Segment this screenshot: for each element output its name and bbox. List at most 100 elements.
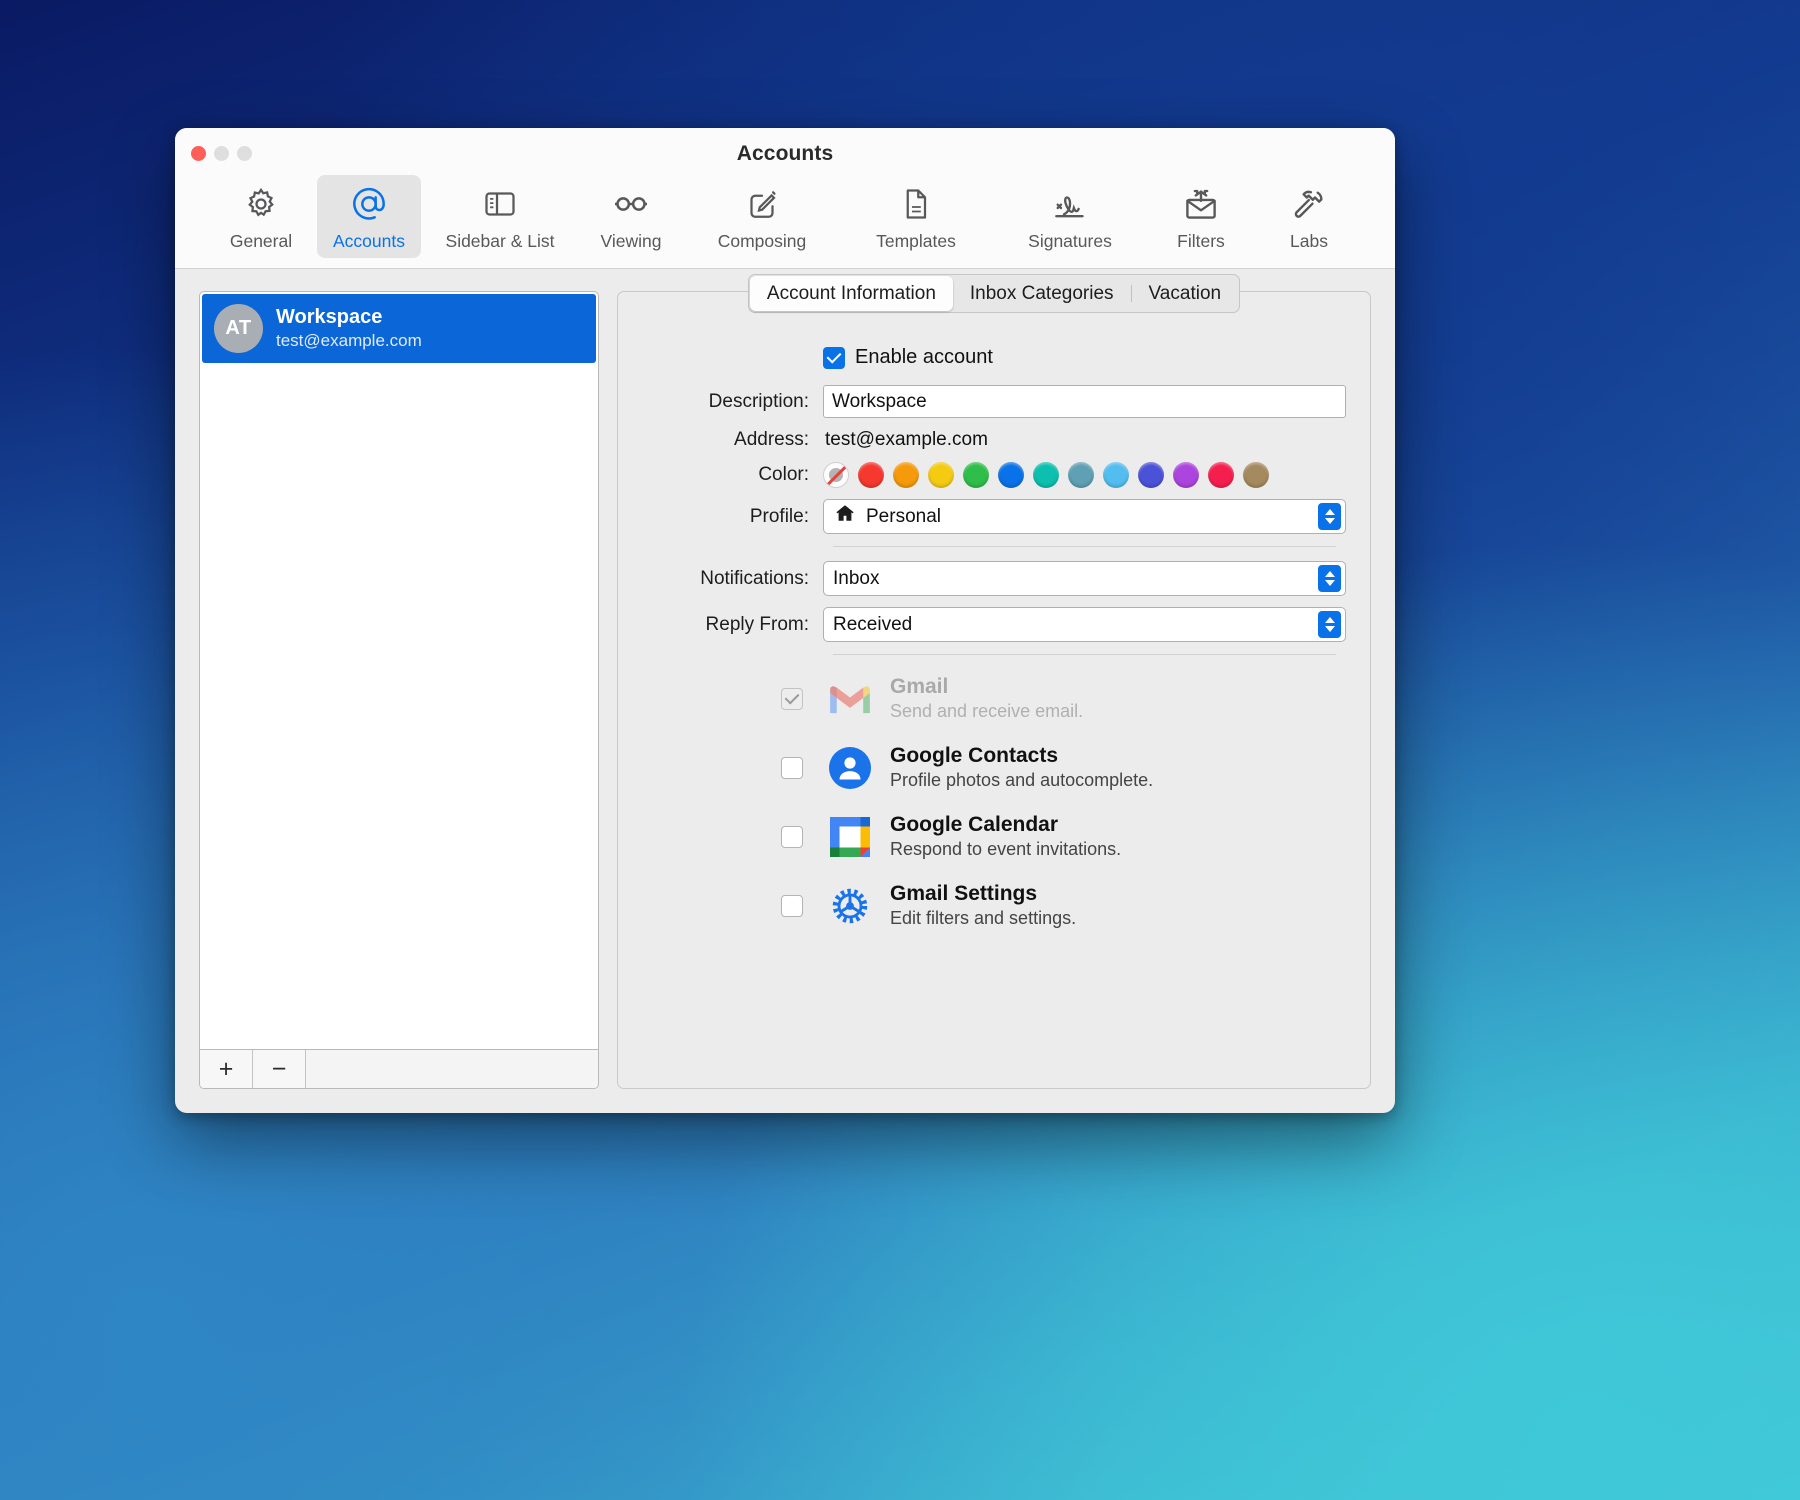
profile-select[interactable]: Personal [823, 499, 1346, 534]
google-calendar-checkbox[interactable] [781, 825, 803, 848]
color-swatch-yellow[interactable] [928, 462, 954, 488]
description-input[interactable]: Workspace [823, 385, 1346, 418]
toolbar-item-sidebar-and-list[interactable]: Sidebar & List [425, 175, 575, 258]
service-row-google-contacts[interactable]: Google Contacts Profile photos and autoc… [628, 744, 1346, 791]
color-swatch-teal[interactable] [1033, 462, 1059, 488]
remove-account-button[interactable]: − [253, 1050, 306, 1088]
color-swatch-indigo[interactable] [1138, 462, 1164, 488]
service-description: Profile photos and autocomplete. [890, 770, 1154, 790]
gmail-icon [823, 682, 877, 716]
document-icon [898, 183, 934, 225]
toolbar-label: Templates [876, 231, 956, 251]
profile-stepper[interactable] [1318, 503, 1341, 530]
description-row: Description: Workspace [628, 385, 1346, 418]
notifications-select[interactable]: Inbox [823, 561, 1346, 596]
profile-value: Personal [866, 505, 941, 527]
service-row-gmail: Gmail Send and receive email. [628, 675, 1346, 722]
window-title: Accounts [736, 142, 834, 165]
reply-from-stepper[interactable] [1318, 611, 1341, 638]
preferences-toolbar: General Accounts Sidebar & List Viewing … [175, 175, 1395, 258]
color-swatch-orange[interactable] [893, 462, 919, 488]
reply-from-select[interactable]: Received [823, 607, 1346, 642]
service-row-google-calendar[interactable]: Google Calendar Respond to event invitat… [628, 813, 1346, 860]
gmail-settings-checkbox[interactable] [781, 894, 803, 917]
toolbar-item-composing[interactable]: Composing [687, 175, 837, 258]
toolbar-label: General [229, 231, 293, 251]
color-swatch-none[interactable] [823, 462, 849, 488]
service-title: Google Contacts [890, 744, 1059, 767]
toolbar-item-labs[interactable]: Labs [1257, 175, 1361, 258]
toolbar-item-templates[interactable]: Templates [841, 175, 991, 258]
address-row: Address: test@example.com [628, 429, 1346, 451]
filters-icon [1182, 183, 1220, 225]
notifications-row: Notifications: Inbox [628, 561, 1346, 596]
description-label: Description: [708, 390, 809, 412]
toolbar-item-general[interactable]: General [209, 175, 313, 258]
color-swatch-red[interactable] [858, 462, 884, 488]
house-icon [833, 502, 857, 532]
tab-vacation[interactable]: Vacation [1132, 276, 1239, 311]
notifications-stepper[interactable] [1318, 565, 1341, 592]
service-title: Google Calendar [890, 813, 1059, 836]
color-swatch-pink-red[interactable] [1208, 462, 1234, 488]
accounts-preferences-window: Accounts General Accounts Sidebar & List… [175, 128, 1395, 1113]
address-value: test@example.com [825, 429, 988, 450]
google-contacts-icon [823, 746, 877, 790]
tab-account-information[interactable]: Account Information [749, 276, 953, 311]
google-contacts-checkbox[interactable] [781, 756, 803, 779]
toolbar-label: Filters [1177, 231, 1225, 251]
form-divider [833, 546, 1336, 547]
toolbar-item-accounts[interactable]: Accounts [317, 175, 421, 258]
account-name: Workspace [276, 306, 383, 329]
account-detail-pane: Account Information Inbox Categories Vac… [617, 274, 1371, 1089]
account-information-form: Enable account Description: Workspace Ad… [618, 332, 1370, 655]
toolbar-item-viewing[interactable]: Viewing [579, 175, 683, 258]
accounts-list-footer: + − [199, 1049, 599, 1089]
signature-icon [1050, 183, 1090, 225]
color-swatch-steel-blue[interactable] [1068, 462, 1094, 488]
service-description: Respond to event invitations. [890, 839, 1122, 859]
toolbar-item-filters[interactable]: Filters [1149, 175, 1253, 258]
desktop-background: Accounts General Accounts Sidebar & List… [0, 0, 1800, 1500]
color-swatch-light-blue[interactable] [1103, 462, 1129, 488]
tab-inbox-categories[interactable]: Inbox Categories [953, 276, 1131, 311]
gmail-checkbox [781, 687, 803, 710]
sidebar-icon [482, 183, 518, 225]
services-divider [833, 654, 1336, 655]
color-swatch-green[interactable] [963, 462, 989, 488]
account-email: test@example.com [276, 330, 422, 350]
at-sign-icon [349, 183, 389, 225]
footer-spacer [306, 1050, 598, 1088]
color-swatch-blue[interactable] [998, 462, 1024, 488]
toolbar-label: Viewing [600, 231, 662, 251]
toolbar-label: Signatures [1028, 231, 1112, 251]
service-description: Edit filters and settings. [890, 908, 1077, 928]
list-item[interactable]: AT Workspace test@example.com [202, 294, 596, 363]
gmail-settings-icon [823, 883, 877, 929]
toolbar-label: Sidebar & List [445, 231, 555, 251]
google-calendar-icon [823, 816, 877, 858]
service-title: Gmail Settings [890, 882, 1038, 905]
enable-account-checkbox[interactable] [823, 346, 845, 369]
enable-account-label: Enable account [855, 346, 993, 368]
window-titlebar: Accounts General Accounts Sidebar & List… [175, 128, 1395, 269]
add-account-button[interactable]: + [200, 1050, 253, 1088]
detail-tabstrip: Account Information Inbox Categories Vac… [618, 274, 1370, 313]
profile-label: Profile: [749, 505, 809, 527]
service-title: Gmail [890, 675, 949, 698]
reply-from-label: Reply From: [705, 613, 809, 635]
accounts-panel: AT Workspace test@example.com + − [199, 291, 599, 1089]
color-swatch-group[interactable] [823, 462, 1346, 488]
service-row-gmail-settings[interactable]: Gmail Settings Edit filters and settings… [628, 882, 1346, 929]
accounts-list[interactable]: AT Workspace test@example.com [199, 291, 599, 1049]
enable-account-row[interactable]: Enable account [628, 346, 1346, 369]
avatar: AT [214, 304, 263, 353]
color-swatch-purple[interactable] [1173, 462, 1199, 488]
notifications-value: Inbox [833, 567, 880, 589]
gear-icon [243, 183, 279, 225]
toolbar-item-signatures[interactable]: Signatures [995, 175, 1145, 258]
color-swatch-brown[interactable] [1243, 462, 1269, 488]
glasses-icon [611, 183, 651, 225]
reply-from-row: Reply From: Received [628, 607, 1346, 642]
address-label: Address: [734, 429, 809, 450]
